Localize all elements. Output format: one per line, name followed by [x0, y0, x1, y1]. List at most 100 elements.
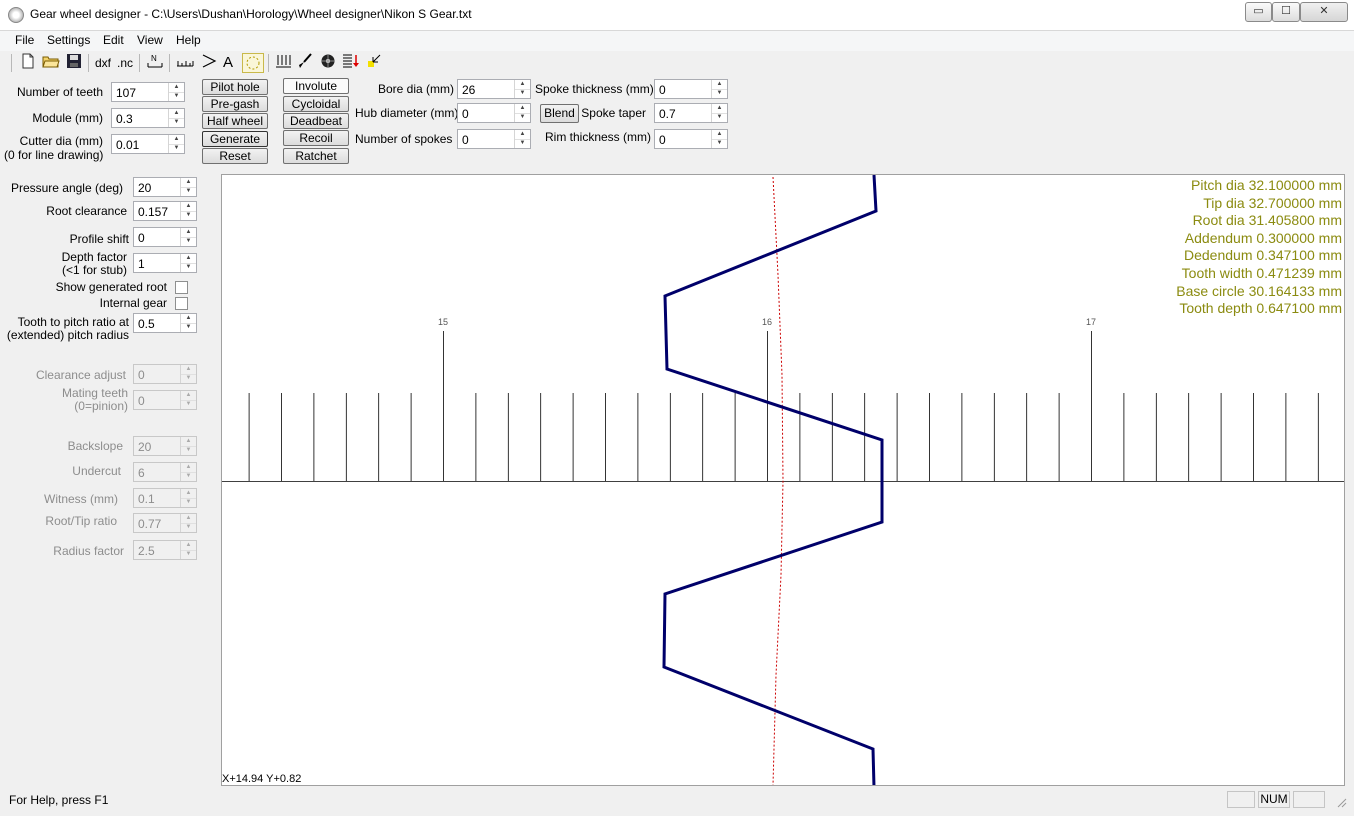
root-tip-input[interactable]: 0.77 ▲ ▼	[133, 513, 197, 533]
svg-text:N: N	[151, 54, 157, 63]
spin-arrows[interactable]: ▲ ▼	[180, 391, 196, 409]
gear-info-panel: Pitch dia 32.100000 mm Tip dia 32.700000…	[1176, 177, 1342, 318]
depth-factor-input[interactable]: 1 ▲ ▼	[133, 253, 197, 273]
wheel-icon[interactable]	[318, 53, 338, 73]
save-icon[interactable]	[64, 53, 84, 73]
backslope-label: Backslope	[67, 439, 123, 453]
module-input[interactable]: 0.3 ▲ ▼	[111, 108, 185, 128]
deadbeat-button[interactable]: Deadbeat	[283, 113, 349, 129]
text-tool-icon[interactable]: A	[220, 53, 236, 73]
info-base-circle: Base circle 30.164133 mm	[1176, 282, 1342, 299]
new-file-icon[interactable]	[18, 53, 38, 73]
pressure-angle-label: Pressure angle (deg)	[10, 181, 123, 195]
spin-arrows[interactable]: ▲ ▼	[180, 437, 196, 455]
mating-teeth-input[interactable]: 0 ▲ ▼	[133, 390, 197, 410]
spoke-thickness-input[interactable]: 0 ▲ ▼	[654, 79, 728, 99]
spoke-thickness-label: Spoke thickness (mm)	[535, 82, 654, 96]
pre-gash-button[interactable]: Pre-gash	[202, 96, 268, 112]
arrow-icon[interactable]	[364, 53, 384, 73]
profile-shift-value: 0	[138, 231, 145, 245]
depth-factor-label: Depth factor	[61, 250, 127, 264]
pressure-angle-input[interactable]: 20 ▲ ▼	[133, 177, 197, 197]
spokes-input[interactable]: 0 ▲ ▼	[457, 129, 531, 149]
spin-arrows[interactable]: ▲ ▼	[180, 202, 196, 220]
radius-factor-label: Radius factor	[53, 544, 124, 558]
root-clearance-value: 0.157	[138, 205, 169, 219]
close-button[interactable]: ✕	[1300, 2, 1348, 22]
cutter-label: Cutter dia (mm)	[19, 134, 103, 148]
spin-arrows[interactable]: ▲ ▼	[168, 109, 184, 127]
export-dxf-button[interactable]: dxf	[93, 53, 113, 73]
teeth-value: 107	[116, 86, 137, 100]
spin-arrows[interactable]: ▲ ▼	[514, 80, 530, 98]
undercut-input[interactable]: 6 ▲ ▼	[133, 462, 197, 482]
open-folder-icon[interactable]	[41, 53, 61, 73]
spoke-taper-input[interactable]: 0.7 ▲ ▼	[654, 103, 728, 123]
witness-input[interactable]: 0.1 ▲ ▼	[133, 488, 197, 508]
spin-arrows[interactable]: ▲ ▼	[180, 365, 196, 383]
spin-arrows[interactable]: ▲ ▼	[180, 463, 196, 481]
coordinate-readout: X+14.94 Y+0.82	[222, 773, 302, 785]
root-clearance-input[interactable]: 0.157 ▲ ▼	[133, 201, 197, 221]
profile-shift-input[interactable]: 0 ▲ ▼	[133, 227, 197, 247]
minimize-button[interactable]: ▭	[1245, 2, 1272, 22]
menu-settings[interactable]: Settings	[47, 33, 90, 47]
ratchet-button[interactable]: Ratchet	[283, 148, 349, 164]
menu-help[interactable]: Help	[176, 33, 201, 47]
spin-arrows[interactable]: ▲ ▼	[514, 130, 530, 148]
info-dedendum: Dedendum 0.347100 mm	[1184, 247, 1342, 264]
spin-arrows[interactable]: ▲ ▼	[168, 135, 184, 153]
clearance-adjust-input[interactable]: 0 ▲ ▼	[133, 364, 197, 384]
internal-gear-checkbox[interactable]	[175, 297, 188, 310]
spin-arrows[interactable]: ▲ ▼	[514, 104, 530, 122]
gear-teeth-icon[interactable]	[272, 53, 294, 73]
teeth-input[interactable]: 107 ▲ ▼	[111, 82, 185, 102]
depth-factor-hint: (<1 for stub)	[61, 263, 127, 277]
drawing-canvas[interactable]: 15 16 17 Pitch dia 32.100000 mm Tip dia …	[221, 174, 1345, 786]
circle-tool-icon[interactable]	[242, 53, 264, 73]
spin-arrows[interactable]: ▲ ▼	[180, 489, 196, 507]
angle-icon[interactable]	[198, 53, 220, 73]
rim-thickness-input[interactable]: 0 ▲ ▼	[654, 129, 728, 149]
blend-button[interactable]: Blend	[540, 104, 579, 123]
pilot-hole-button[interactable]: Pilot hole	[202, 79, 268, 95]
reset-button[interactable]: Reset	[202, 148, 268, 164]
involute-button[interactable]: Involute	[283, 78, 349, 94]
half-wheel-button[interactable]: Half wheel	[202, 113, 268, 129]
menu-view[interactable]: View	[137, 33, 163, 47]
spin-arrows[interactable]: ▲ ▼	[711, 80, 727, 98]
spin-arrows[interactable]: ▲ ▼	[180, 314, 196, 332]
brush-icon[interactable]	[295, 53, 315, 73]
spin-arrows[interactable]: ▲ ▼	[180, 254, 196, 272]
ruler-icon[interactable]	[174, 53, 196, 73]
clearance-adjust-value: 0	[138, 368, 145, 382]
backslope-input[interactable]: 20 ▲ ▼	[133, 436, 197, 456]
list-down-icon[interactable]	[341, 53, 361, 73]
tooth-ratio-hint: (extended) pitch radius	[6, 328, 129, 342]
hub-diameter-input[interactable]: 0 ▲ ▼	[457, 103, 531, 123]
spin-arrows[interactable]: ▲ ▼	[711, 130, 727, 148]
dimension-icon[interactable]: N	[144, 53, 166, 73]
spokes-value: 0	[462, 133, 469, 147]
info-addendum: Addendum 0.300000 mm	[1184, 229, 1342, 246]
spin-arrows[interactable]: ▲ ▼	[180, 228, 196, 246]
radius-factor-input[interactable]: 2.5 ▲ ▼	[133, 540, 197, 560]
root-tip-value: 0.77	[138, 517, 162, 531]
spin-arrows[interactable]: ▲ ▼	[180, 178, 196, 196]
bore-input[interactable]: 26 ▲ ▼	[457, 79, 531, 99]
cycloidal-button[interactable]: Cycloidal	[283, 96, 349, 112]
spin-arrows[interactable]: ▲ ▼	[180, 541, 196, 559]
export-nc-button[interactable]: .nc	[116, 53, 134, 73]
spin-arrows[interactable]: ▲ ▼	[711, 104, 727, 122]
tooth-ratio-input[interactable]: 0.5 ▲ ▼	[133, 313, 197, 333]
cutter-input[interactable]: 0.01 ▲ ▼	[111, 134, 185, 154]
menu-edit[interactable]: Edit	[103, 33, 124, 47]
spin-arrows[interactable]: ▲ ▼	[180, 514, 196, 532]
maximize-button[interactable]: ☐	[1272, 2, 1300, 22]
recoil-button[interactable]: Recoil	[283, 130, 349, 146]
show-root-checkbox[interactable]	[175, 281, 188, 294]
menu-file[interactable]: File	[15, 33, 34, 47]
generate-button[interactable]: Generate	[202, 131, 268, 147]
spin-arrows[interactable]: ▲ ▼	[168, 83, 184, 101]
resize-grip-icon[interactable]	[1335, 796, 1347, 808]
